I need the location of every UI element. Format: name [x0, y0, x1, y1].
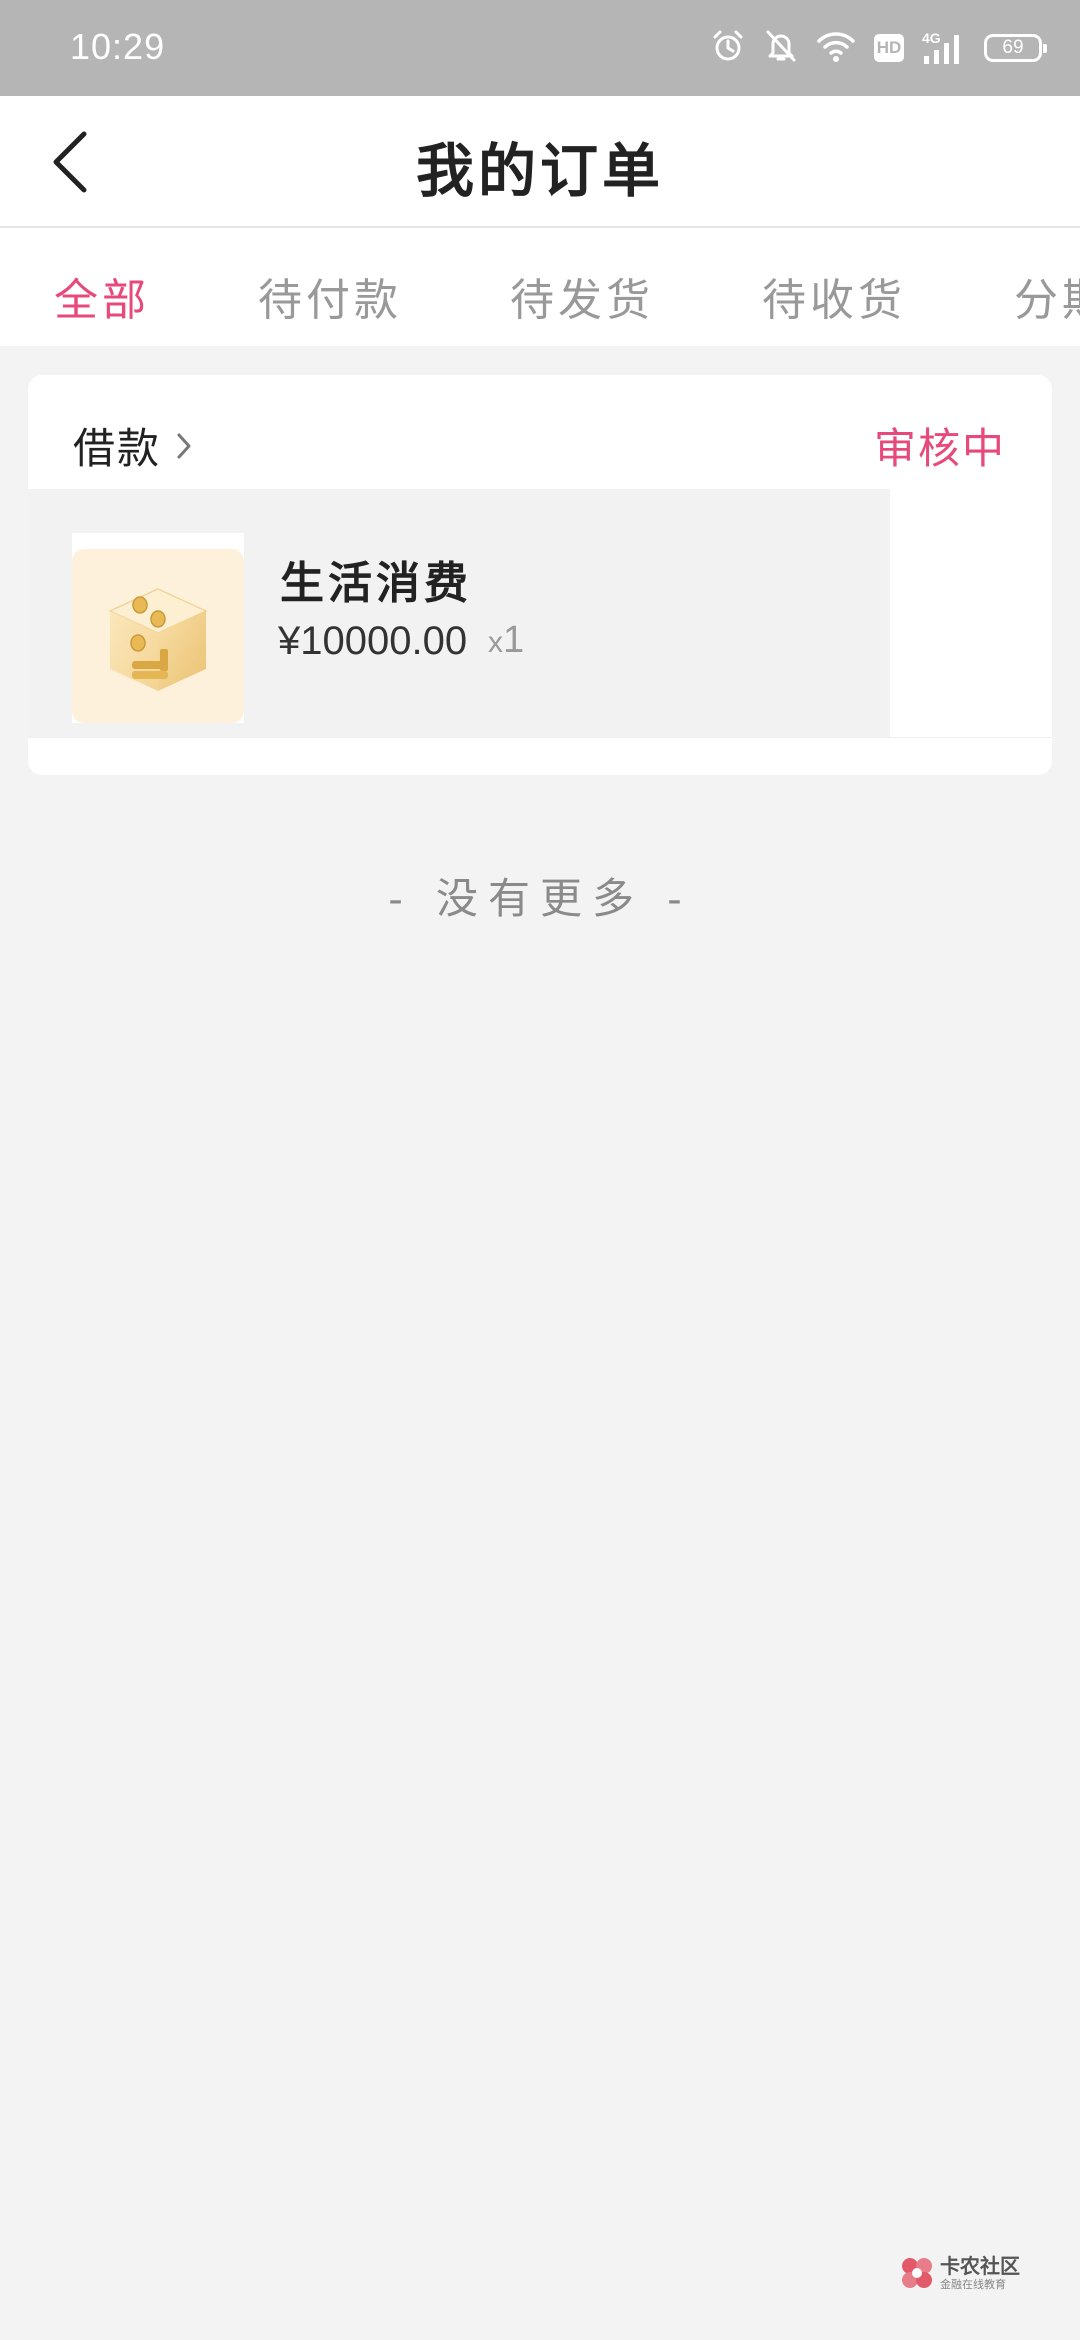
watermark-subtitle: 金融在线教育 — [940, 2278, 1006, 2291]
order-type-label: 借款 — [73, 424, 162, 473]
item-name: 生活消费 — [280, 558, 472, 609]
hd-icon: HD — [874, 34, 904, 62]
status-bar: 10:29 HD 4G 69 — [0, 0, 1080, 96]
battery-icon: 69 — [984, 34, 1047, 62]
kanong-logo-icon — [902, 2258, 932, 2288]
watermark: 卡农社区 金融在线教育 — [898, 2250, 1038, 2300]
order-card[interactable]: 借款 审核中 生活消费 ¥10000.00 x1 — [28, 375, 1052, 775]
wifi-icon — [816, 29, 856, 67]
watermark-title: 卡农社区 — [940, 2254, 1020, 2278]
alarm-icon — [710, 28, 746, 68]
order-item[interactable]: 生活消费 ¥10000.00 x1 — [28, 489, 890, 737]
item-price: ¥10000.00 — [278, 619, 468, 663]
list-end-text: - 没有更多 - — [388, 874, 692, 923]
order-status-badge: 审核中 — [873, 424, 1006, 473]
order-card-header: 借款 审核中 — [28, 375, 1052, 489]
tab-all[interactable]: 全部 — [54, 264, 150, 328]
page-title: 我的订单 — [415, 137, 664, 205]
mute-icon — [764, 28, 798, 68]
item-thumbnail-frame — [72, 533, 244, 723]
tab-pending-shipment[interactable]: 待发货 — [510, 264, 654, 328]
card-divider — [28, 737, 1052, 738]
order-type-link[interactable]: 借款 — [73, 415, 193, 476]
status-icons: HD 4G 69 — [710, 28, 1047, 68]
header-bar: 我的订单 — [0, 96, 1080, 228]
order-tabs: 全部 待付款 待发货 待收货 分期 — [0, 228, 1080, 346]
quantity-value: 1 — [503, 619, 525, 661]
chevron-right-icon — [177, 433, 191, 458]
gold-coin-cube-icon — [72, 549, 244, 723]
tab-pending-payment[interactable]: 待付款 — [258, 264, 402, 328]
tab-pending-receipt[interactable]: 待收货 — [762, 264, 906, 328]
status-time: 10:29 — [70, 26, 166, 67]
item-quantity: x1 — [488, 619, 524, 662]
quantity-prefix: x — [488, 626, 503, 659]
tab-installment[interactable]: 分期 — [1014, 264, 1080, 328]
signal-4g-icon: 4G — [922, 30, 966, 66]
